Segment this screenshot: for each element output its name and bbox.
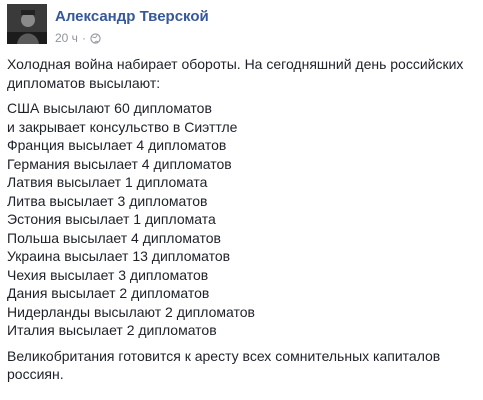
list-item: Германия высылает 4 дипломатов <box>7 155 232 172</box>
list-item: Франция высылает 4 дипломатов <box>7 137 227 153</box>
post-list-paragraph: США высылают 60 дипломатов и закрывает к… <box>7 99 477 340</box>
list-item: Украина высылает 13 дипломатов <box>7 248 231 264</box>
list-item: Литва высылает 3 дипломатов <box>7 192 208 209</box>
globe-icon[interactable] <box>90 32 101 44</box>
list-item: Италия высылает 2 дипломатов <box>7 322 217 338</box>
list-item: и закрывает консульство в Сиэттле <box>7 118 238 135</box>
text-line: Великобритания готовится к аресту всех с… <box>7 347 441 364</box>
post-intro-paragraph: Холодная война набирает обороты. На сего… <box>7 55 477 92</box>
post-meta: 20 ч · <box>55 31 101 45</box>
list-item: США высылают 60 дипломатов <box>7 100 212 116</box>
avatar[interactable] <box>7 4 47 44</box>
list-item: Польша высылает 4 дипломатов <box>7 229 221 246</box>
avatar-image <box>7 4 47 44</box>
post-timestamp[interactable]: 20 ч <box>55 31 78 45</box>
list-item: Эстония высылает 1 дипломата <box>7 211 216 227</box>
post-outro-paragraph: Великобритания готовится к аресту всех с… <box>7 347 477 384</box>
list-item: Нидерланды высылают 2 дипломатов <box>7 303 255 320</box>
author-name-link[interactable]: Александр Тверской <box>55 8 209 25</box>
text-line: Холодная война набирает обороты. На сего… <box>7 56 464 72</box>
facebook-post: Александр Тверской 20 ч · Холодная война… <box>0 0 483 400</box>
post-body: Холодная война набирает обороты. На сего… <box>7 55 477 391</box>
text-line: дипломатов высылают: <box>7 74 161 91</box>
list-item: Латвия высылает 1 дипломата <box>7 174 208 190</box>
text-line: россиян. <box>7 366 64 382</box>
meta-separator: · <box>81 31 86 45</box>
post-header: Александр Тверской 20 ч · <box>7 4 477 48</box>
list-item: Чехия высылает 3 дипломатов <box>7 266 209 283</box>
list-item: Дания высылает 2 дипломатов <box>7 285 210 301</box>
